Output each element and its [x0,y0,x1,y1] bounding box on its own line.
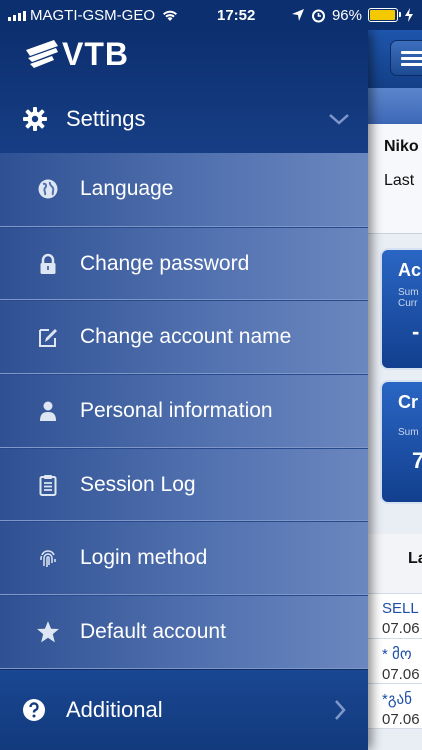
fingerprint-icon [36,546,60,570]
menu-item-label: Change account name [80,325,292,349]
credit-card-sub1: Sum [398,427,419,438]
list-item-title: *გან [382,691,413,708]
additional-title: Additional [66,697,163,722]
wifi-icon [163,10,177,21]
content-band [368,88,422,124]
content-header [368,30,422,88]
gear-icon [23,107,47,131]
menu-item-label: Session Log [80,472,196,496]
location-icon [291,9,304,21]
drawer-header: VTB Settings [0,30,368,153]
logo-text: VTB [62,36,129,72]
user-name: Niko [384,138,419,155]
menu-item-label: Default account [80,619,226,643]
account-card-title: Ac [398,260,422,280]
clock: 17:52 [217,6,256,24]
list-item[interactable]: * მო 07.06 [368,639,422,684]
credit-card-title: Cr [398,392,419,412]
chevron-right-icon [335,700,346,720]
menu-item-label: Change password [80,251,250,275]
battery-icon [368,8,401,22]
list-item[interactable]: SELL 07.06 [368,594,422,639]
battery-percent: 96% [331,6,362,24]
user-info: Niko Last [368,124,422,234]
settings-menu: Language Change password Change account … [0,153,368,669]
side-drawer: VTB Settings Language Change password Ch… [0,30,368,750]
chevron-down-icon [329,114,349,125]
additional-section-header[interactable]: Additional [0,669,368,750]
list-item[interactable]: *გან 07.06 [368,684,422,729]
menu-item-session-log[interactable]: Session Log [0,447,368,522]
carrier-name: MAGTI-GSM-GEO [30,6,155,24]
credit-card-value: 7 [412,448,422,473]
person-icon [36,399,60,423]
alarm-icon [311,9,325,22]
status-bar: MAGTI-GSM-GEO 17:52 96% [0,0,422,30]
menu-item-label: Language [80,177,174,201]
edit-icon [36,325,60,349]
vtb-logo: VTB [24,36,129,70]
transactions-tab[interactable]: La [368,534,422,594]
menu-item-label: Login method [80,546,208,570]
menu-item-login-method[interactable]: Login method [0,521,368,596]
menu-icon[interactable] [390,40,422,76]
account-card-sub1: Sum [398,287,419,298]
list-item-title: * მო [382,646,412,663]
lock-icon [36,252,60,276]
signal-icon [8,9,26,21]
vtb-logo-icon [26,40,58,68]
menu-item-language[interactable]: Language [0,153,368,227]
account-card-sub2: Curr [398,298,418,309]
list-item-date: 07.06 [382,666,420,683]
settings-title: Settings [66,106,146,131]
globe-icon [36,177,60,201]
charging-icon [405,8,413,22]
menu-item-change-account-name[interactable]: Change account name [0,300,368,375]
help-icon [23,699,45,721]
transactions-list: La SELL 07.06 * მო 07.06 *გან 07.06 [368,534,422,729]
menu-item-default-account[interactable]: Default account [0,595,368,669]
list-item-title: SELL [382,600,419,617]
account-card-value: - [412,319,420,344]
list-item-date: 07.06 [382,711,420,728]
star-icon [36,620,60,644]
account-card[interactable]: Ac Sum Curr - [380,248,422,370]
menu-item-label: Personal information [80,398,273,422]
list-item-date: 07.06 [382,620,420,637]
clipboard-icon [36,473,60,497]
main-content: Niko Last Ac Sum Curr - Cr Sum 7 La SELL… [368,30,422,750]
settings-section-header[interactable]: Settings [0,90,368,148]
last-login-label: Last [384,172,415,189]
menu-item-personal-information[interactable]: Personal information [0,374,368,448]
credit-card[interactable]: Cr Sum 7 [380,380,422,504]
menu-item-change-password[interactable]: Change password [0,226,368,301]
